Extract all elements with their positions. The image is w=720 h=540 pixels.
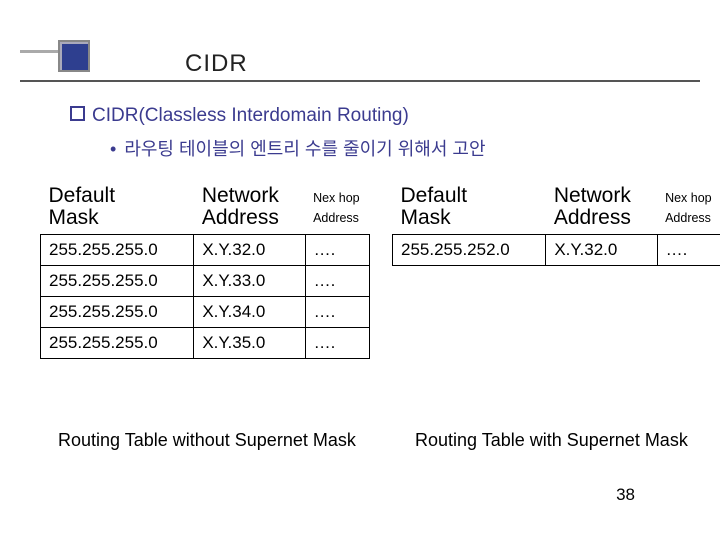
heading-text: CIDR(Classless Interdomain Routing)	[92, 105, 409, 126]
table-row: 255.255.255.0 X.Y.35.0 ….	[41, 328, 370, 359]
table-row: 255.255.252.0 X.Y.32.0 ….	[393, 235, 720, 266]
col-header: Default	[49, 184, 116, 207]
col-header: Mask	[401, 206, 451, 229]
col-header: Address	[665, 211, 711, 225]
cell-hop: ….	[305, 328, 369, 359]
cell-mask: 255.255.255.0	[41, 328, 194, 359]
title-bullet-square	[58, 40, 90, 72]
col-header: Address	[202, 206, 279, 229]
cell-mask: 255.255.255.0	[41, 297, 194, 328]
table-row: 255.255.255.0 X.Y.33.0 ….	[41, 266, 370, 297]
col-header: Mask	[49, 206, 99, 229]
cell-hop: ….	[657, 235, 720, 266]
subpoint-text: 라우팅 테이블의 엔트리 수를 줄이기 위해서 고안	[124, 139, 485, 159]
cell-mask: 255.255.255.0	[41, 266, 194, 297]
table-row: 255.255.255.0 X.Y.34.0 ….	[41, 297, 370, 328]
routing-table-without-supernet: DefaultMask NetworkAddress Nex hopAddres…	[40, 180, 370, 359]
left-caption: Routing Table without Supernet Mask	[58, 430, 356, 451]
cell-hop: ….	[305, 235, 369, 266]
col-header: Nex hop	[665, 191, 712, 205]
heading-row: CIDR(Classless Interdomain Routing)	[70, 105, 409, 127]
col-header: Nex hop	[313, 191, 360, 205]
col-header: Default	[401, 184, 468, 207]
title-bar: CIDR	[0, 0, 720, 90]
slide-title: CIDR	[185, 50, 248, 78]
col-header: Network	[202, 184, 279, 207]
subpoint-row: • 라우팅 테이블의 엔트리 수를 줄이기 위해서 고안	[110, 135, 486, 161]
routing-table-with-supernet: DefaultMask NetworkAddress Nex hopAddres…	[392, 180, 720, 266]
title-underline	[20, 80, 700, 82]
cell-net: X.Y.33.0	[194, 266, 305, 297]
right-caption: Routing Table with Supernet Mask	[415, 430, 688, 451]
col-header: Network	[554, 184, 631, 207]
bullet-hollow-square-icon	[70, 106, 85, 121]
cell-net: X.Y.32.0	[194, 235, 305, 266]
bullet-dot-icon: •	[110, 139, 116, 159]
cell-mask: 255.255.255.0	[41, 235, 194, 266]
decor-line	[20, 50, 58, 53]
cell-mask: 255.255.252.0	[393, 235, 546, 266]
cell-hop: ….	[305, 297, 369, 328]
cell-hop: ….	[305, 266, 369, 297]
cell-net: X.Y.34.0	[194, 297, 305, 328]
table-row: 255.255.255.0 X.Y.32.0 ….	[41, 235, 370, 266]
page-number: 38	[616, 485, 635, 505]
cell-net: X.Y.35.0	[194, 328, 305, 359]
cell-net: X.Y.32.0	[546, 235, 657, 266]
col-header: Address	[313, 211, 359, 225]
col-header: Address	[554, 206, 631, 229]
